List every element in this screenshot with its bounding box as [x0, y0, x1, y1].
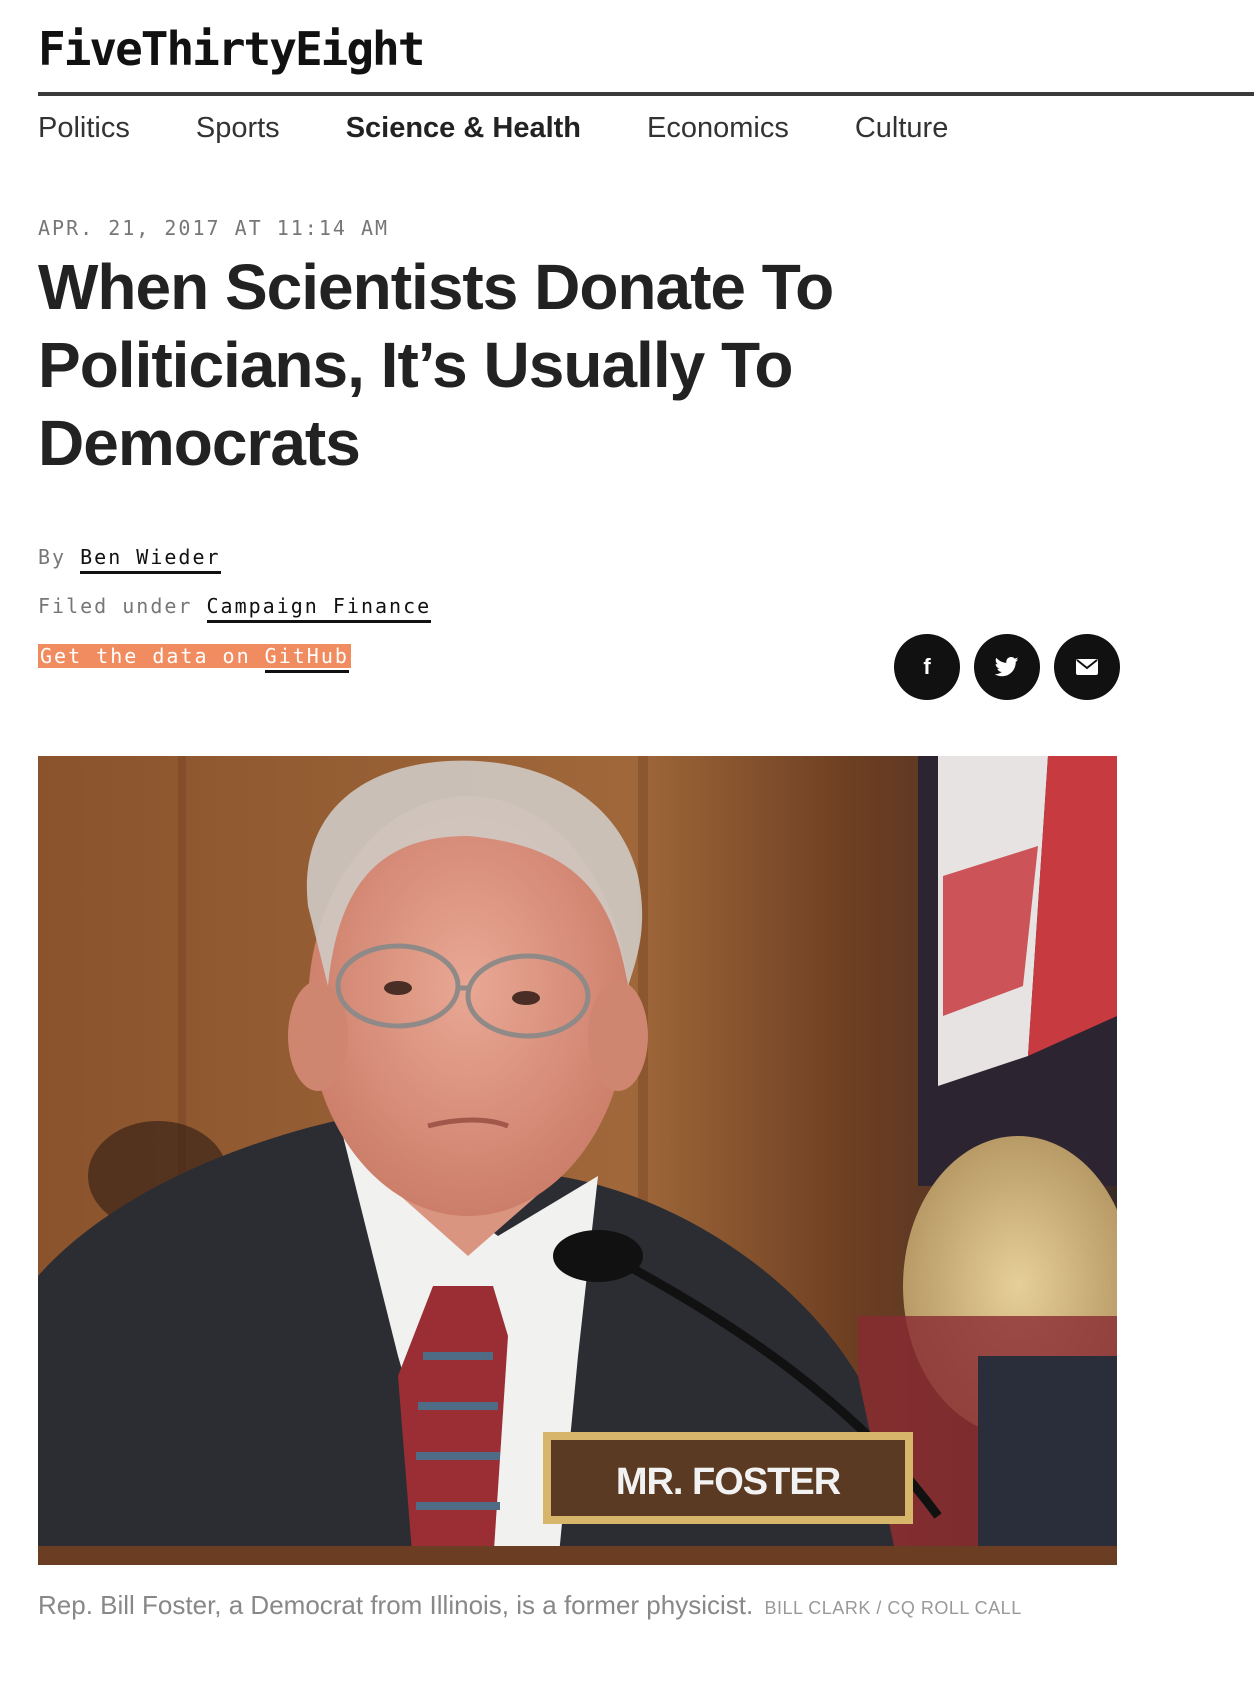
- github-data-banner: Get the data on GitHub: [38, 644, 351, 673]
- twitter-share-button[interactable]: [974, 634, 1040, 700]
- photo-credit: BILL CLARK / CQ ROLL CALL: [764, 1598, 1022, 1618]
- twitter-icon: [995, 657, 1019, 677]
- share-buttons: f: [894, 634, 1120, 700]
- author-link[interactable]: Ben Wieder: [80, 545, 221, 574]
- email-share-button[interactable]: [1054, 634, 1120, 700]
- category-link[interactable]: Campaign Finance: [206, 594, 432, 623]
- email-icon: [1076, 659, 1098, 675]
- site-logo[interactable]: FiveThirtyEight: [38, 22, 425, 76]
- photo-illustration: MR. FOSTER: [38, 756, 1117, 1565]
- caption-text: Rep. Bill Foster, a Democrat from Illino…: [38, 1590, 754, 1620]
- nav-item-science-health[interactable]: Science & Health: [346, 112, 581, 145]
- filed-under-prefix: Filed under: [38, 594, 193, 618]
- section-nav: Politics Sports Science & Health Economi…: [38, 112, 1014, 145]
- header-divider: [38, 92, 1254, 96]
- nav-item-culture[interactable]: Culture: [855, 112, 949, 145]
- nav-item-economics[interactable]: Economics: [647, 112, 789, 145]
- nameplate-text: MR. FOSTER: [616, 1461, 841, 1503]
- github-prefix: Get the data on: [40, 644, 251, 668]
- nav-item-sports[interactable]: Sports: [196, 112, 280, 145]
- nav-item-politics[interactable]: Politics: [38, 112, 130, 145]
- byline-prefix: By: [38, 545, 67, 569]
- filed-under: Filed under Campaign Finance: [38, 594, 432, 623]
- facebook-icon: f: [923, 654, 931, 679]
- photo-caption: Rep. Bill Foster, a Democrat from Illino…: [38, 1590, 1022, 1621]
- article-photo: MR. FOSTER: [38, 756, 1117, 1565]
- github-link[interactable]: GitHub: [264, 644, 349, 673]
- facebook-share-button[interactable]: f: [894, 634, 960, 700]
- byline: By Ben Wieder: [38, 545, 221, 574]
- article-dateline: APR. 21, 2017 AT 11:14 AM: [38, 216, 390, 240]
- article-headline: When Scientists Donate To Politicians, I…: [38, 251, 834, 479]
